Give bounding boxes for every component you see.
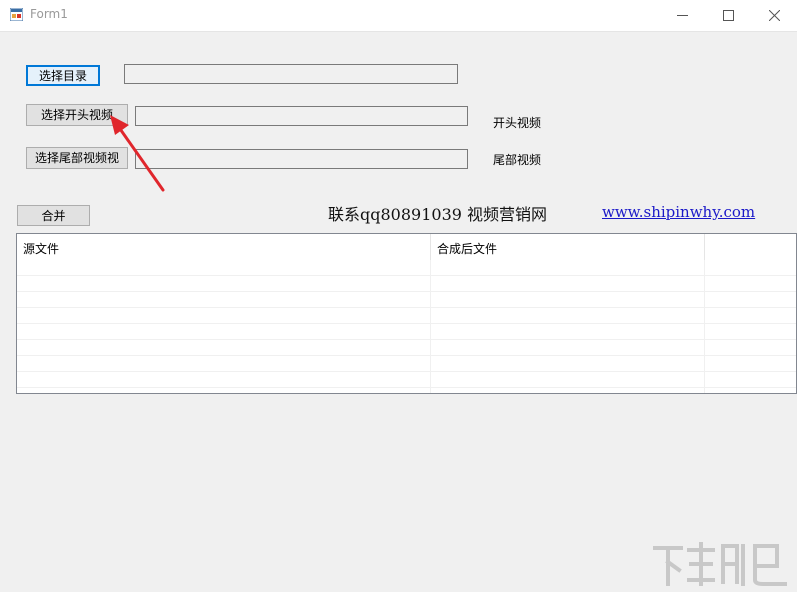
table-row [17,356,796,372]
intro-video-path-input[interactable] [135,106,468,126]
maximize-icon [722,10,734,21]
list-header: 源文件 合成后文件 [17,234,796,260]
minimize-button[interactable] [659,0,705,31]
column-header-source[interactable]: 源文件 [17,234,431,260]
file-list[interactable]: 源文件 合成后文件 [16,233,797,394]
column-header-output[interactable]: 合成后文件 [431,234,705,260]
table-row [17,340,796,356]
table-row [17,324,796,340]
intro-video-label: 开头视频 [493,116,542,130]
website-link[interactable]: www.shipinwhy.com [602,203,755,221]
outro-video-label: 尾部视频 [493,153,542,167]
table-row [17,372,796,388]
select-directory-button[interactable]: 选择目录 [26,65,100,86]
watermark-logo-icon [653,542,787,586]
window-title: Form1 [30,7,68,21]
title-bar[interactable]: Form1 [0,0,797,32]
app-icon [10,8,23,21]
minimize-icon [676,15,688,16]
table-row [17,260,796,276]
close-button[interactable] [751,0,797,31]
annotation-arrow-icon [110,115,165,192]
directory-path-input[interactable] [124,64,458,84]
contact-text: 联系qq80891039 视频营销网 [328,205,548,224]
table-row [17,276,796,292]
close-icon [768,10,780,21]
maximize-button[interactable] [705,0,751,31]
main-window: Form1 选择目录 选择开头视频 开头视频 选择尾部视频视 尾部视频 合并 联… [0,0,797,592]
merge-button[interactable]: 合并 [17,205,90,226]
table-row [17,308,796,324]
table-row [17,292,796,308]
outro-video-path-input[interactable] [135,149,468,169]
